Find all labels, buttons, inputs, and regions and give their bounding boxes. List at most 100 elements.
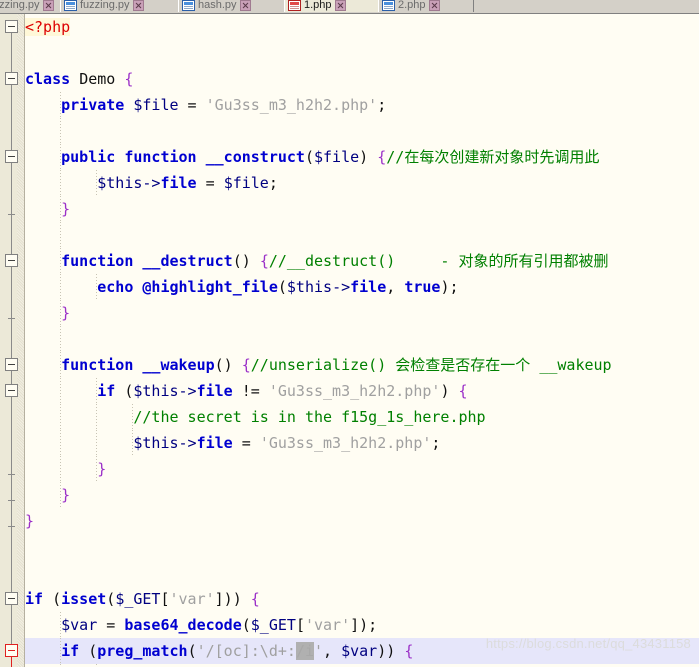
close-icon[interactable] bbox=[42, 0, 54, 11]
editor-tab-label: fuzzing.py bbox=[0, 0, 40, 11]
code-token: [ bbox=[160, 590, 170, 608]
indent-guide bbox=[60, 92, 62, 118]
code-token: ( bbox=[277, 278, 287, 296]
code-line[interactable]: <?php bbox=[25, 14, 699, 40]
fold-toggle-icon[interactable] bbox=[5, 358, 18, 371]
indent-guide bbox=[60, 352, 62, 378]
code-token: /i bbox=[295, 642, 314, 660]
code-line[interactable]: $var = base64_decode($_GET['var']); bbox=[25, 612, 699, 638]
indent-guide bbox=[60, 170, 62, 196]
fold-spine bbox=[11, 20, 12, 667]
fold-toggle-icon[interactable] bbox=[5, 644, 18, 657]
close-icon[interactable] bbox=[132, 0, 144, 11]
code-token: file bbox=[350, 278, 387, 296]
code-token: -> bbox=[142, 174, 161, 192]
fold-end-marker bbox=[8, 318, 15, 319]
code-token: if bbox=[25, 590, 44, 608]
fold-toggle-icon[interactable] bbox=[5, 592, 18, 605]
code-token: class bbox=[25, 70, 71, 88]
code-line[interactable]: echo @highlight_file($this->file, true); bbox=[25, 274, 699, 300]
code-line[interactable]: if ($this->file != 'Gu3ss_m3_h2h2.php') … bbox=[25, 378, 699, 404]
indent-guide bbox=[60, 430, 62, 456]
code-token: } bbox=[61, 304, 71, 322]
editor-tab-bar[interactable]: fuzzing.py fuzzing.py hash.py 1.php 2.php bbox=[0, 0, 699, 14]
code-token: = bbox=[232, 434, 260, 452]
code-token: = bbox=[178, 96, 206, 114]
code-content[interactable]: <?php class Demo { private $file = 'Gu3s… bbox=[25, 14, 699, 667]
code-token: ( bbox=[106, 590, 116, 608]
code-line[interactable]: } bbox=[25, 482, 699, 508]
code-token: = bbox=[97, 616, 125, 634]
code-line[interactable]: if (isset($_GET['var'])) { bbox=[25, 586, 699, 612]
code-token: ); bbox=[440, 278, 459, 296]
code-line[interactable]: class Demo { bbox=[25, 66, 699, 92]
code-token: )) bbox=[377, 642, 405, 660]
code-editor[interactable]: <?php class Demo { private $file = 'Gu3s… bbox=[0, 14, 699, 667]
code-token: ' bbox=[314, 642, 324, 660]
code-line[interactable]: $this->file = $file; bbox=[25, 170, 699, 196]
code-token: ( bbox=[187, 642, 197, 660]
close-icon[interactable] bbox=[334, 0, 346, 11]
code-token: function bbox=[61, 252, 134, 270]
document-icon bbox=[64, 0, 77, 11]
code-line[interactable]: } bbox=[25, 196, 699, 222]
code-token: () bbox=[232, 252, 260, 270]
code-token: base64_decode bbox=[124, 616, 242, 634]
close-icon[interactable] bbox=[428, 0, 440, 11]
code-line[interactable]: public function __construct($file) {//在每… bbox=[25, 144, 699, 170]
code-line[interactable] bbox=[25, 534, 699, 560]
code-line[interactable] bbox=[25, 560, 699, 586]
code-token: ) bbox=[359, 148, 378, 166]
code-line[interactable]: } bbox=[25, 456, 699, 482]
fold-end-marker bbox=[8, 526, 15, 527]
code-token: isset bbox=[61, 590, 107, 608]
code-token: $var bbox=[61, 616, 98, 634]
editor-tab-2-php[interactable]: 2.php bbox=[378, 0, 474, 12]
code-line[interactable]: //the secret is in the f15g_1s_here.php bbox=[25, 404, 699, 430]
code-token: - bbox=[395, 252, 459, 270]
code-line[interactable]: } bbox=[25, 508, 699, 534]
code-token: ]); bbox=[350, 616, 378, 634]
editor-tab-1-php[interactable]: 1.php bbox=[284, 0, 380, 12]
code-token: <?php bbox=[25, 18, 71, 36]
code-line[interactable]: private $file = 'Gu3ss_m3_h2h2.php'; bbox=[25, 92, 699, 118]
fold-toggle-icon[interactable] bbox=[5, 384, 18, 397]
close-icon[interactable] bbox=[239, 0, 251, 11]
code-token: 'Gu3ss_m3_h2h2.php' bbox=[268, 382, 441, 400]
code-token: __wakeup bbox=[142, 356, 215, 374]
indent-guide bbox=[60, 482, 62, 508]
indent-guide bbox=[60, 274, 62, 300]
code-line[interactable] bbox=[25, 40, 699, 66]
editor-tab-hash-py[interactable]: hash.py bbox=[178, 0, 286, 12]
code-line[interactable]: if (preg_match('/[oc]:\d+:/i', $var)) { bbox=[25, 638, 699, 664]
fold-toggle-icon[interactable] bbox=[5, 20, 18, 33]
indent-guide bbox=[60, 404, 62, 430]
code-line[interactable] bbox=[25, 326, 699, 352]
code-token: } bbox=[61, 200, 71, 218]
indent-guide bbox=[96, 430, 98, 456]
fold-toggle-icon[interactable] bbox=[5, 72, 18, 85]
code-line[interactable]: function __wakeup() {//unserialize() 会检查… bbox=[25, 352, 699, 378]
fold-gutter[interactable] bbox=[0, 14, 25, 667]
code-token: 'Gu3ss_m3_h2h2.php' bbox=[259, 434, 432, 452]
code-token: $var bbox=[341, 642, 378, 660]
code-token: , bbox=[386, 278, 405, 296]
code-line[interactable] bbox=[25, 118, 699, 144]
editor-tab-fuzzing-py[interactable]: fuzzing.py bbox=[60, 0, 180, 12]
code-line[interactable] bbox=[25, 222, 699, 248]
indent-guide bbox=[60, 248, 62, 274]
code-line[interactable]: $this->file = 'Gu3ss_m3_h2h2.php'; bbox=[25, 430, 699, 456]
indent-guide bbox=[96, 404, 98, 430]
fold-toggle-icon[interactable] bbox=[5, 150, 18, 163]
fold-toggle-icon[interactable] bbox=[5, 254, 18, 267]
code-line[interactable]: } bbox=[25, 300, 699, 326]
code-line[interactable]: function __destruct() {//__destruct() - … bbox=[25, 248, 699, 274]
code-token: //__destruct() bbox=[268, 252, 396, 270]
code-token: function bbox=[124, 148, 197, 166]
